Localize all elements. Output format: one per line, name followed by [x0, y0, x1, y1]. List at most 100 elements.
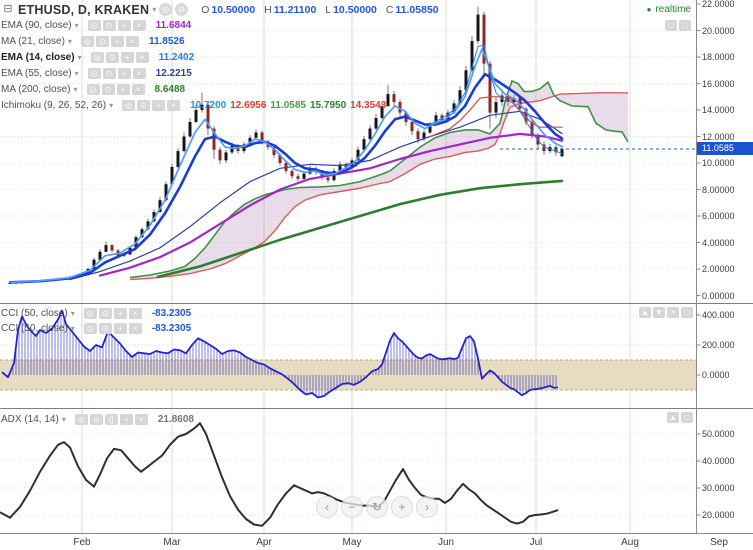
- remove-icon[interactable]: ×: [128, 323, 142, 334]
- move-panel-up-icon[interactable]: ▲: [639, 307, 651, 318]
- adx-panel-controls: ▲ □: [665, 412, 693, 423]
- chevron-down-icon[interactable]: ▾: [109, 101, 113, 110]
- settings-icon[interactable]: ⊙: [101, 84, 115, 95]
- remove-icon[interactable]: ×: [132, 20, 146, 31]
- hide-icon[interactable]: ◎: [83, 323, 97, 334]
- high-value: 11.21100: [273, 3, 317, 16]
- add-icon[interactable]: +: [117, 20, 131, 31]
- ichimoku-chikou-value: 11.0585: [270, 100, 306, 111]
- indicator-label: EMA (14, close): [1, 52, 75, 63]
- hide-icon[interactable]: ◎: [87, 20, 101, 31]
- chevron-down-icon[interactable]: ▾: [62, 415, 66, 424]
- add-icon[interactable]: +: [113, 308, 127, 319]
- close-panel-icon[interactable]: ×: [667, 307, 679, 318]
- ichimoku-senkou-b-value: 14.3543: [350, 100, 387, 111]
- settings-icon[interactable]: ⊙: [95, 36, 109, 47]
- scroll-to-end-icon[interactable]: □: [665, 20, 677, 31]
- chevron-down-icon[interactable]: ▾: [152, 5, 156, 14]
- legend-row-adx[interactable]: ADX (14, 14) ▾ ◎ ⊙{} + × 21.8608: [1, 412, 194, 427]
- trading-chart-window: ⊟ ETHUSD, D, KRAKEN ▾ ◎ ⊙ O 10.50000 H 11.…: [0, 0, 753, 550]
- move-panel-up-icon[interactable]: ▲: [667, 412, 679, 423]
- remove-icon[interactable]: ×: [134, 414, 148, 425]
- price-axis-label: 200.000: [702, 340, 735, 350]
- legend-row-ma21[interactable]: MA (21, close) ▾ ◎ ⊙ + × 11.8526: [1, 34, 185, 49]
- cci-panel-controls: ▲ ▼ × □: [637, 307, 693, 318]
- hide-icon[interactable]: ◎: [74, 414, 88, 425]
- settings-icon[interactable]: ⊙: [105, 52, 119, 63]
- realtime-dot-icon: ●: [646, 5, 652, 14]
- close-value: 11.05850: [395, 3, 439, 16]
- hide-icon[interactable]: ◎: [122, 100, 136, 111]
- hide-series-icon[interactable]: ◎: [159, 3, 173, 16]
- indicator-label: EMA (90, close): [1, 20, 72, 31]
- zoom-in-button[interactable]: +: [391, 496, 413, 518]
- chevron-down-icon[interactable]: ▾: [71, 324, 75, 333]
- hide-icon[interactable]: ◎: [83, 308, 97, 319]
- time-axis-label: Jun: [437, 537, 455, 548]
- legend-row-ma200[interactable]: MA (200, close) ▾ ◎ ⊙ + × 8.6488: [1, 82, 185, 97]
- remove-icon[interactable]: ×: [131, 84, 145, 95]
- price-axis-label: 50.0000: [702, 429, 735, 439]
- maximize-panel-icon[interactable]: □: [681, 412, 693, 423]
- price-axis-label: 2.00000: [702, 264, 735, 274]
- time-axis-label: Sep: [710, 537, 728, 548]
- add-icon[interactable]: +: [152, 100, 166, 111]
- legend-row-ema90[interactable]: EMA (90, close) ▾ ◎ ⊙ + × 11.6844: [1, 18, 191, 33]
- add-icon[interactable]: +: [120, 52, 134, 63]
- add-icon[interactable]: +: [116, 84, 130, 95]
- add-icon[interactable]: +: [113, 323, 127, 334]
- chevron-down-icon[interactable]: ▾: [75, 69, 79, 78]
- hide-icon[interactable]: ◎: [86, 84, 100, 95]
- hide-icon[interactable]: ◎: [80, 36, 94, 47]
- chevron-down-icon[interactable]: ▾: [73, 85, 77, 94]
- time-axis-label: May: [342, 537, 362, 548]
- settings-icon[interactable]: ⊙: [102, 68, 116, 79]
- price-axis-label: 20.0000: [702, 25, 735, 36]
- time-axis-label: Aug: [621, 537, 639, 548]
- remove-icon[interactable]: ×: [132, 68, 146, 79]
- settings-icon[interactable]: ⊙: [89, 414, 103, 425]
- time-axis[interactable]: Feb Mar Apr May Jun Jul Aug Sep: [0, 534, 753, 550]
- hide-icon[interactable]: ◎: [87, 68, 101, 79]
- realtime-badge: ● realtime: [647, 4, 691, 15]
- remove-icon[interactable]: ×: [128, 308, 142, 319]
- remove-icon[interactable]: ×: [167, 100, 181, 111]
- indicator-label: ADX (14, 14): [1, 414, 59, 425]
- remove-icon[interactable]: ×: [135, 52, 149, 63]
- chevron-down-icon[interactable]: ▾: [78, 53, 82, 62]
- legend-row-ichimoku[interactable]: Ichimoku (9, 26, 52, 26) ▾ ◎ ⊙ + × 10.7200 1…: [1, 98, 386, 113]
- scroll-left-button[interactable]: ‹: [316, 496, 338, 518]
- settings-icon[interactable]: ⊙: [137, 100, 151, 111]
- settings-icon[interactable]: ⊙: [98, 323, 112, 334]
- price-axis-label: 400.000: [702, 310, 735, 320]
- series-settings-icon[interactable]: ⊙: [175, 3, 189, 16]
- legend-row-ema14[interactable]: EMA (14, close) ▾ ◎ ⊙ + × 11.2402: [1, 50, 194, 65]
- chevron-down-icon[interactable]: ▾: [71, 309, 75, 318]
- add-icon[interactable]: +: [117, 68, 131, 79]
- symbol-title[interactable]: ETHUSD, D, KRAKEN: [18, 3, 149, 17]
- remove-icon[interactable]: ×: [125, 36, 139, 47]
- settings-icon[interactable]: ⊙: [98, 308, 112, 319]
- indicator-value: 11.2402: [158, 52, 195, 63]
- reset-view-button[interactable]: ↻: [366, 496, 388, 518]
- maximize-panel-icon[interactable]: □: [681, 307, 693, 318]
- move-panel-down-icon[interactable]: ▼: [653, 307, 665, 318]
- legend-row-cci-2[interactable]: CCI (50, close) ▾ ◎ ⊙ + × -83.2305: [1, 321, 191, 336]
- hide-icon[interactable]: ◎: [90, 52, 104, 63]
- scroll-right-button[interactable]: ›: [416, 496, 438, 518]
- price-axis-label: 6.00000: [702, 211, 735, 221]
- legend-row-ema55[interactable]: EMA (55, close) ▾ ◎ ⊙ + × 12.2215: [1, 66, 192, 81]
- chevron-down-icon[interactable]: ▾: [75, 21, 79, 30]
- time-axis-label: Apr: [256, 537, 272, 548]
- chevron-down-icon[interactable]: ▾: [68, 37, 72, 46]
- zoom-out-button[interactable]: −: [341, 496, 363, 518]
- source-icon[interactable]: {}: [104, 414, 118, 425]
- time-axis-label: Feb: [73, 537, 91, 548]
- legend-row-cci-1[interactable]: CCI (50, close) ▾ ◎ ⊙ + × -83.2305: [1, 306, 191, 321]
- settings-icon[interactable]: ⊙: [102, 20, 116, 31]
- add-icon[interactable]: +: [110, 36, 124, 47]
- reset-scale-icon[interactable]: □: [679, 20, 691, 31]
- collapse-legend-icon[interactable]: ⊟: [2, 3, 14, 16]
- indicator-label: CCI (50, close): [1, 308, 68, 319]
- add-icon[interactable]: +: [119, 414, 133, 425]
